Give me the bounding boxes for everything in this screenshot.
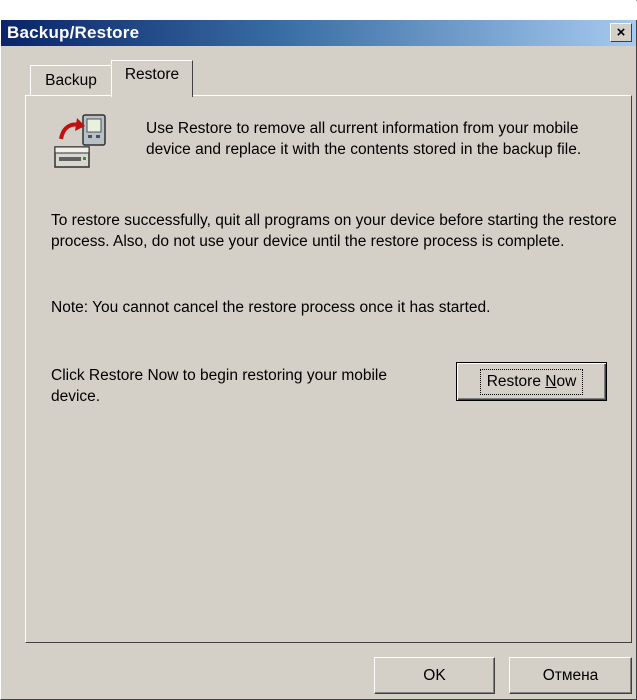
close-button[interactable]: × [610,23,632,42]
close-icon: × [616,24,626,41]
ok-label: OK [423,666,446,684]
ok-button[interactable]: OK [374,657,495,694]
tab-restore-label: Restore [124,66,180,83]
cancel-button[interactable]: Отмена [509,657,632,694]
tab-restore[interactable]: Restore [111,60,193,97]
backup-restore-window: Backup/Restore × Backup Restore Use Rest… [0,0,637,700]
tab-backup[interactable]: Backup [30,65,112,95]
window-title: Backup/Restore [7,23,140,42]
window-top-edge [1,1,637,20]
restore-now-button[interactable]: Restore Now [456,362,607,401]
restore-instructions-text: To restore successfully, quit all progra… [51,212,617,250]
restore-intro-text: Use Restore to remove all current inform… [146,120,582,158]
restore-click-text: Click Restore Now to begin restoring you… [51,367,387,405]
restore-note-text: Note: You cannot cancel the restore proc… [51,299,491,316]
device-restore-icon [54,114,106,168]
restore-now-label: Restore Now [479,368,584,395]
title-bar[interactable]: Backup/Restore × [1,20,636,46]
cancel-label: Отмена [542,666,599,684]
tab-backup-label: Backup [45,72,97,89]
